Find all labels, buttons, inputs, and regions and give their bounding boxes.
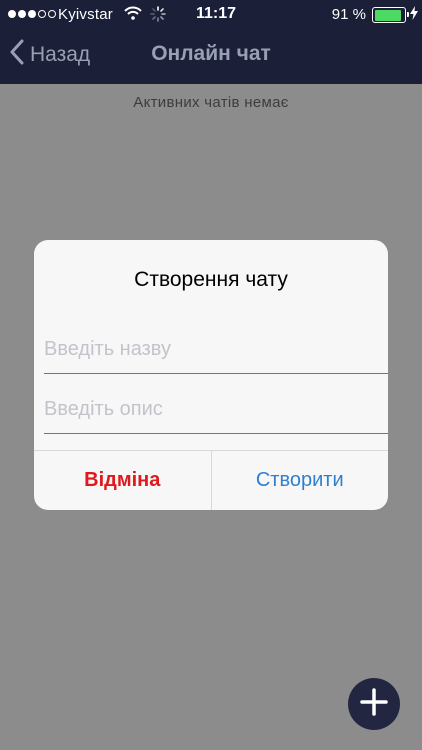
bolt-icon — [410, 6, 418, 25]
plus-icon — [360, 687, 388, 721]
chat-name-input[interactable] — [44, 332, 388, 374]
wifi-icon — [124, 6, 142, 25]
battery-percent: 91 % — [331, 6, 366, 23]
cancel-button[interactable]: Відміна — [34, 451, 212, 510]
page-title: Онлайн чат — [151, 42, 271, 65]
battery-icon — [372, 7, 409, 23]
status-bar: Kyivstar 11:17 91 % — [0, 0, 422, 28]
dialog-actions: Відміна Створити — [34, 450, 388, 510]
chat-description-input[interactable] — [44, 392, 388, 434]
top-bar: Kyivstar 11:17 91 % Назад Онлайн чат — [0, 0, 422, 84]
carrier-name: Kyivstar — [58, 6, 113, 23]
navigation-bar: Назад Онлайн чат — [0, 28, 422, 84]
dialog-title: Створення чату — [134, 268, 288, 291]
add-chat-button[interactable] — [348, 678, 400, 730]
empty-chats-message: Активних чатів немає — [133, 94, 289, 111]
status-time: 11:17 — [196, 5, 237, 22]
signal-strength-icon — [8, 10, 56, 18]
create-button[interactable]: Створити — [212, 451, 389, 510]
create-chat-dialog: Створення чату Відміна Створити — [34, 240, 388, 510]
spinner-icon — [150, 6, 166, 27]
